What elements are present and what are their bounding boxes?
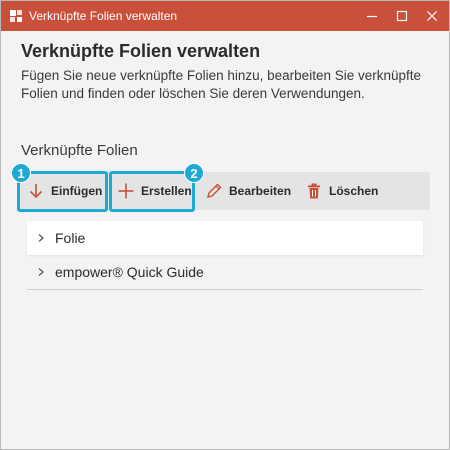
trash-icon (308, 183, 320, 199)
dialog-content: Verknüpfte Folien verwalten Fügen Sie ne… (1, 31, 449, 449)
app-icon (10, 10, 22, 22)
chevron-right-icon (27, 267, 55, 277)
chevron-right-icon (27, 233, 55, 243)
minimize-button[interactable] (357, 1, 387, 31)
window-title: Verknüpfte Folien verwalten (29, 9, 178, 23)
page-title: Verknüpfte Folien verwalten (21, 41, 261, 61)
highlight-create (109, 171, 195, 212)
pencil-icon (207, 183, 222, 198)
maximize-icon (396, 10, 408, 22)
callout-badge-2: 2 (184, 163, 204, 183)
page-description: Fügen Sie neue verknüpfte Folien hinzu, … (21, 68, 422, 101)
close-button[interactable] (417, 1, 447, 31)
delete-button-label: Löschen (329, 184, 379, 198)
minimize-icon (367, 15, 377, 18)
list-item[interactable]: Folie (27, 221, 423, 255)
section-title: Verknüpfte Folien (21, 142, 138, 159)
delete-button[interactable]: Löschen (305, 172, 378, 210)
edit-button[interactable]: Bearbeiten (205, 172, 291, 210)
title-bar[interactable]: Verknüpfte Folien verwalten (1, 1, 449, 31)
maximize-button[interactable] (387, 1, 417, 31)
edit-button-label: Bearbeiten (229, 184, 292, 198)
list-item[interactable]: empower® Quick Guide (27, 255, 423, 290)
highlight-insert (17, 171, 108, 212)
callout-badge-1: 1 (11, 163, 31, 183)
list-item-label: Folie (55, 230, 86, 246)
dialog-window: Verknüpfte Folien verwalten Verknüpfte F… (0, 0, 450, 450)
list-item-label: empower® Quick Guide (55, 264, 204, 280)
close-icon (427, 11, 437, 21)
